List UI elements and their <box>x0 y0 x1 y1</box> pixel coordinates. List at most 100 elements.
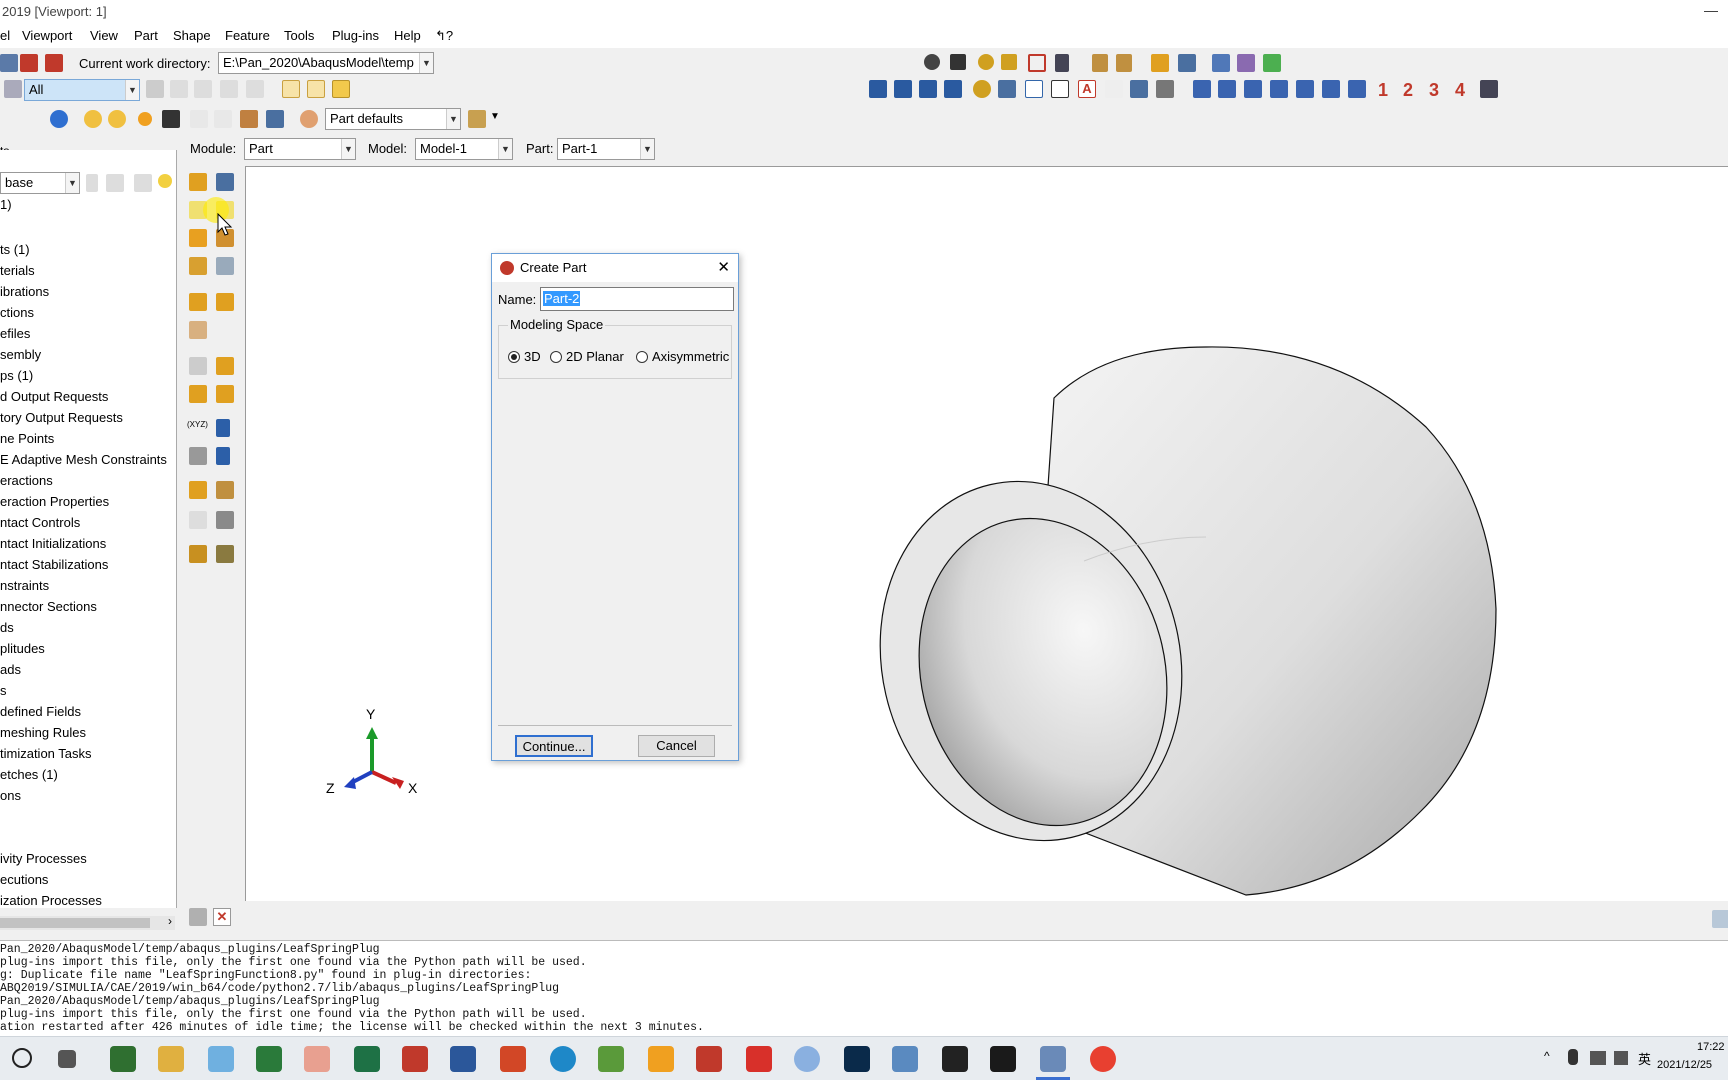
create-part-icon[interactable] <box>189 173 207 191</box>
menu-viewport[interactable]: Viewport <box>22 28 72 43</box>
measure-icon[interactable] <box>1025 80 1043 98</box>
triad-yz-icon[interactable] <box>1322 80 1340 98</box>
menu-help[interactable]: Help <box>394 28 421 43</box>
acrobat-icon[interactable] <box>746 1046 772 1072</box>
zy-icon[interactable] <box>696 1046 722 1072</box>
tree-scrollbar-thumb[interactable] <box>0 918 150 928</box>
ladder-icon[interactable] <box>1092 54 1108 72</box>
explorer-icon[interactable] <box>158 1046 184 1072</box>
select-circle-icon[interactable] <box>246 80 264 98</box>
context-help-icon[interactable]: ↰? <box>435 28 453 44</box>
tree-item[interactable]: ntact Initializations <box>0 536 106 551</box>
ladder2-icon[interactable] <box>1116 54 1132 72</box>
viewport[interactable]: Y Z X <box>245 166 1728 901</box>
triad-xy-icon[interactable] <box>1193 80 1211 98</box>
clock-time[interactable]: 17:22 <box>1697 1041 1725 1053</box>
tree-item[interactable]: meshing Rules <box>0 725 86 740</box>
tree-item[interactable]: ecutions <box>0 872 48 887</box>
create-wire-icon[interactable] <box>189 229 207 247</box>
tree-item[interactable]: ne Points <box>0 431 54 446</box>
option-2d-planar[interactable]: 2D Planar <box>550 349 624 364</box>
collapse-icon[interactable] <box>106 174 124 192</box>
tools-icon[interactable] <box>216 511 234 529</box>
tree-item[interactable]: ads <box>0 662 21 677</box>
datum-csys2-icon[interactable] <box>216 447 230 465</box>
tree-item[interactable]: eraction Properties <box>0 494 109 509</box>
select-mode-icon[interactable] <box>146 80 164 98</box>
terminal-icon[interactable] <box>990 1046 1016 1072</box>
auto-fit-icon[interactable] <box>1028 54 1046 72</box>
tree-item[interactable]: E Adaptive Mesh Constraints <box>0 452 167 467</box>
menu-feature[interactable]: Feature <box>225 28 270 43</box>
tree-item[interactable]: ntact Controls <box>0 515 80 530</box>
tree-item[interactable]: defined Fields <box>0 704 81 719</box>
triad-xz-icon[interactable] <box>1270 80 1288 98</box>
surface-icon[interactable] <box>216 481 234 499</box>
tree-item[interactable]: ps (1) <box>0 368 33 383</box>
plugin-icon[interactable] <box>20 54 38 72</box>
tree-item[interactable]: plitudes <box>0 641 45 656</box>
ime-indicator[interactable]: 英 <box>1638 1049 1651 1068</box>
boolean-cut-icon[interactable] <box>108 110 126 128</box>
datum-point-icon[interactable] <box>189 357 207 375</box>
sort-icon[interactable] <box>86 174 98 192</box>
lightbulb-icon[interactable] <box>158 174 172 188</box>
editor-icon[interactable] <box>598 1046 624 1072</box>
set-icon[interactable] <box>189 481 207 499</box>
annotation-text-icon[interactable]: A <box>1078 80 1096 98</box>
dialog-title-bar[interactable]: Create Part ✕ <box>492 254 738 282</box>
tree-filter-combo[interactable]: base ▼ <box>0 172 80 194</box>
name-field[interactable]: Part-2 <box>540 287 734 311</box>
cancel-button[interactable]: Cancel <box>638 735 715 757</box>
query-icon[interactable] <box>162 110 180 128</box>
select-lasso-icon[interactable] <box>220 80 238 98</box>
home-icon[interactable] <box>648 1046 674 1072</box>
view-4-button[interactable]: 4 <box>1455 80 1465 101</box>
palette-icon[interactable] <box>300 110 318 128</box>
tree-item[interactable]: terials <box>0 263 35 278</box>
tree-item[interactable]: ds <box>0 620 14 635</box>
selection-filter-combo[interactable]: All ▼ <box>24 79 140 101</box>
network-app-icon[interactable] <box>794 1046 820 1072</box>
undo-icon[interactable] <box>190 110 208 128</box>
render-style-icon[interactable] <box>468 110 486 128</box>
view-side-icon[interactable] <box>307 80 325 98</box>
clock-date[interactable]: 2021/12/25 <box>1657 1059 1712 1071</box>
tree-item[interactable]: ivity Processes <box>0 851 87 866</box>
redo-icon[interactable] <box>214 110 232 128</box>
part-defaults-combo[interactable]: Part defaults ▼ <box>325 108 461 130</box>
tree-item[interactable]: eractions <box>0 473 53 488</box>
tree-item[interactable]: tory Output Requests <box>0 410 123 425</box>
chrome-icon[interactable] <box>1090 1046 1116 1072</box>
cycle-views-icon[interactable] <box>1055 54 1069 72</box>
triad-zy-icon[interactable] <box>1296 80 1314 98</box>
datum-transform-icon[interactable] <box>189 447 207 465</box>
view-iso-icon[interactable] <box>332 80 350 98</box>
select-arrow-icon[interactable] <box>4 80 22 98</box>
view-1-button[interactable]: 1 <box>1378 80 1388 101</box>
repair-icon[interactable] <box>216 257 234 275</box>
table-icon[interactable] <box>266 110 284 128</box>
select-polygon-icon[interactable] <box>194 80 212 98</box>
close-icon[interactable]: ✕ <box>717 258 730 276</box>
view-2-button[interactable]: 2 <box>1403 80 1413 101</box>
tree-item[interactable]: ntact Stabilizations <box>0 557 108 572</box>
edge-icon[interactable] <box>550 1046 576 1072</box>
datum-axis2-icon[interactable] <box>216 419 230 437</box>
box-zoom-icon[interactable] <box>1001 54 1017 70</box>
feature-manager-icon[interactable] <box>240 110 258 128</box>
tree-item[interactable]: nstraints <box>0 578 49 593</box>
pointer-icon[interactable] <box>1105 80 1123 98</box>
notepad-icon[interactable] <box>110 1046 136 1072</box>
chevron-down-icon[interactable]: ▼ <box>490 111 500 122</box>
view-3-button[interactable]: 3 <box>1429 80 1439 101</box>
filter-icon[interactable] <box>134 174 152 192</box>
origin-icon[interactable] <box>892 1046 918 1072</box>
reference-icon[interactable] <box>216 545 234 563</box>
print-icon[interactable] <box>0 54 18 72</box>
triad-icon[interactable] <box>1480 80 1498 98</box>
tree-item[interactable]: ibrations <box>0 284 49 299</box>
virtual-topology-icon[interactable] <box>189 321 207 339</box>
list-icon[interactable] <box>1156 80 1174 98</box>
view-front-icon[interactable] <box>869 80 887 98</box>
